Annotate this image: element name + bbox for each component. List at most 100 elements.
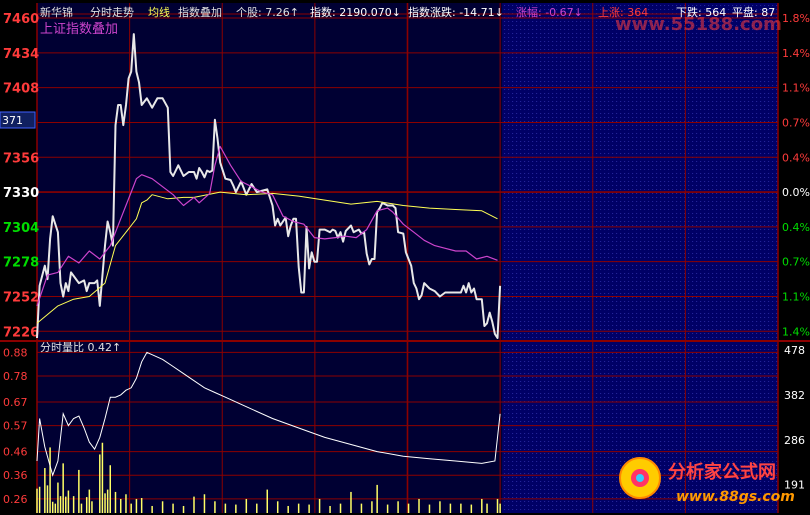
future-dot bbox=[504, 237, 506, 238]
future-dot bbox=[696, 109, 698, 110]
future-dot bbox=[732, 165, 734, 166]
future-dot bbox=[536, 77, 538, 78]
future-dot bbox=[644, 249, 646, 250]
future-dot bbox=[740, 289, 742, 290]
future-dot bbox=[680, 129, 682, 130]
future-dot bbox=[600, 213, 602, 214]
future-dot bbox=[712, 181, 714, 182]
future-dot bbox=[568, 65, 570, 66]
future-dot bbox=[752, 121, 754, 122]
future-dot bbox=[720, 253, 722, 254]
future-dot bbox=[752, 221, 754, 222]
future-dot bbox=[536, 21, 538, 22]
future-dot bbox=[556, 109, 558, 110]
future-dot bbox=[720, 133, 722, 134]
future-dot bbox=[624, 109, 626, 110]
future-dot bbox=[504, 169, 506, 170]
future-dot bbox=[560, 293, 562, 294]
future-dot bbox=[564, 237, 566, 238]
future-dot bbox=[680, 153, 682, 154]
future-dot bbox=[572, 141, 574, 142]
future-dot bbox=[652, 121, 654, 122]
future-dot bbox=[600, 81, 602, 82]
future-dot bbox=[704, 37, 706, 38]
future-dot bbox=[716, 153, 718, 154]
future-dot bbox=[756, 185, 758, 186]
future-dot bbox=[604, 229, 606, 230]
future-dot bbox=[732, 177, 734, 178]
future-dot bbox=[636, 141, 638, 142]
future-dot bbox=[616, 49, 618, 50]
future-dot bbox=[520, 149, 522, 150]
future-dot bbox=[608, 253, 610, 254]
future-dot bbox=[712, 233, 714, 234]
future-dot bbox=[508, 221, 510, 222]
future-dot bbox=[584, 285, 586, 286]
future-dot bbox=[692, 277, 694, 278]
future-dot bbox=[680, 213, 682, 214]
future-dot bbox=[560, 41, 562, 42]
future-dot bbox=[760, 221, 762, 222]
future-dot bbox=[612, 197, 614, 198]
future-dot bbox=[744, 229, 746, 230]
future-dot bbox=[568, 161, 570, 162]
future-dot bbox=[768, 165, 770, 166]
future-dot bbox=[532, 189, 534, 190]
future-dot bbox=[712, 141, 714, 142]
future-dot bbox=[532, 101, 534, 102]
future-dot bbox=[656, 141, 658, 142]
future-dot bbox=[732, 225, 734, 226]
future-dot bbox=[664, 145, 666, 146]
future-dot bbox=[672, 49, 674, 50]
future-dot bbox=[628, 61, 630, 62]
future-dot bbox=[712, 77, 714, 78]
future-dot bbox=[772, 173, 774, 174]
future-dot bbox=[584, 209, 586, 210]
future-dot bbox=[744, 289, 746, 290]
future-dot bbox=[648, 145, 650, 146]
future-dot bbox=[624, 105, 626, 106]
future-dot bbox=[596, 33, 598, 34]
future-dot bbox=[668, 125, 670, 126]
future-dot bbox=[688, 221, 690, 222]
future-dot bbox=[772, 153, 774, 154]
future-dot bbox=[704, 141, 706, 142]
future-dot bbox=[548, 133, 550, 134]
future-dot bbox=[732, 189, 734, 190]
future-dot bbox=[608, 177, 610, 178]
future-dot bbox=[596, 21, 598, 22]
future-dot bbox=[604, 253, 606, 254]
future-dot bbox=[664, 209, 666, 210]
future-dot bbox=[652, 257, 654, 258]
future-dot bbox=[648, 93, 650, 94]
future-dot bbox=[740, 185, 742, 186]
future-dot bbox=[716, 129, 718, 130]
future-dot bbox=[760, 237, 762, 238]
future-dot bbox=[512, 81, 514, 82]
future-dot bbox=[772, 133, 774, 134]
future-dot bbox=[756, 253, 758, 254]
future-dot bbox=[744, 77, 746, 78]
future-dot bbox=[568, 193, 570, 194]
future-dot bbox=[740, 225, 742, 226]
future-dot bbox=[688, 105, 690, 106]
future-dot bbox=[524, 129, 526, 130]
future-dot bbox=[524, 101, 526, 102]
future-dot bbox=[552, 29, 554, 30]
future-dot bbox=[728, 177, 730, 178]
future-dot bbox=[568, 89, 570, 90]
future-dot bbox=[536, 129, 538, 130]
future-dot bbox=[524, 281, 526, 282]
future-dot bbox=[608, 65, 610, 66]
future-dot bbox=[736, 89, 738, 90]
future-dot bbox=[760, 125, 762, 126]
intraday-chart[interactable]: 7460743474087356733073047278725272261.8%… bbox=[0, 0, 810, 515]
future-dot bbox=[668, 181, 670, 182]
future-dot bbox=[676, 273, 678, 274]
future-dot bbox=[760, 117, 762, 118]
future-dot bbox=[524, 229, 526, 230]
future-dot bbox=[632, 189, 634, 190]
future-dot bbox=[632, 117, 634, 118]
future-dot bbox=[540, 69, 542, 70]
future-dot bbox=[648, 265, 650, 266]
